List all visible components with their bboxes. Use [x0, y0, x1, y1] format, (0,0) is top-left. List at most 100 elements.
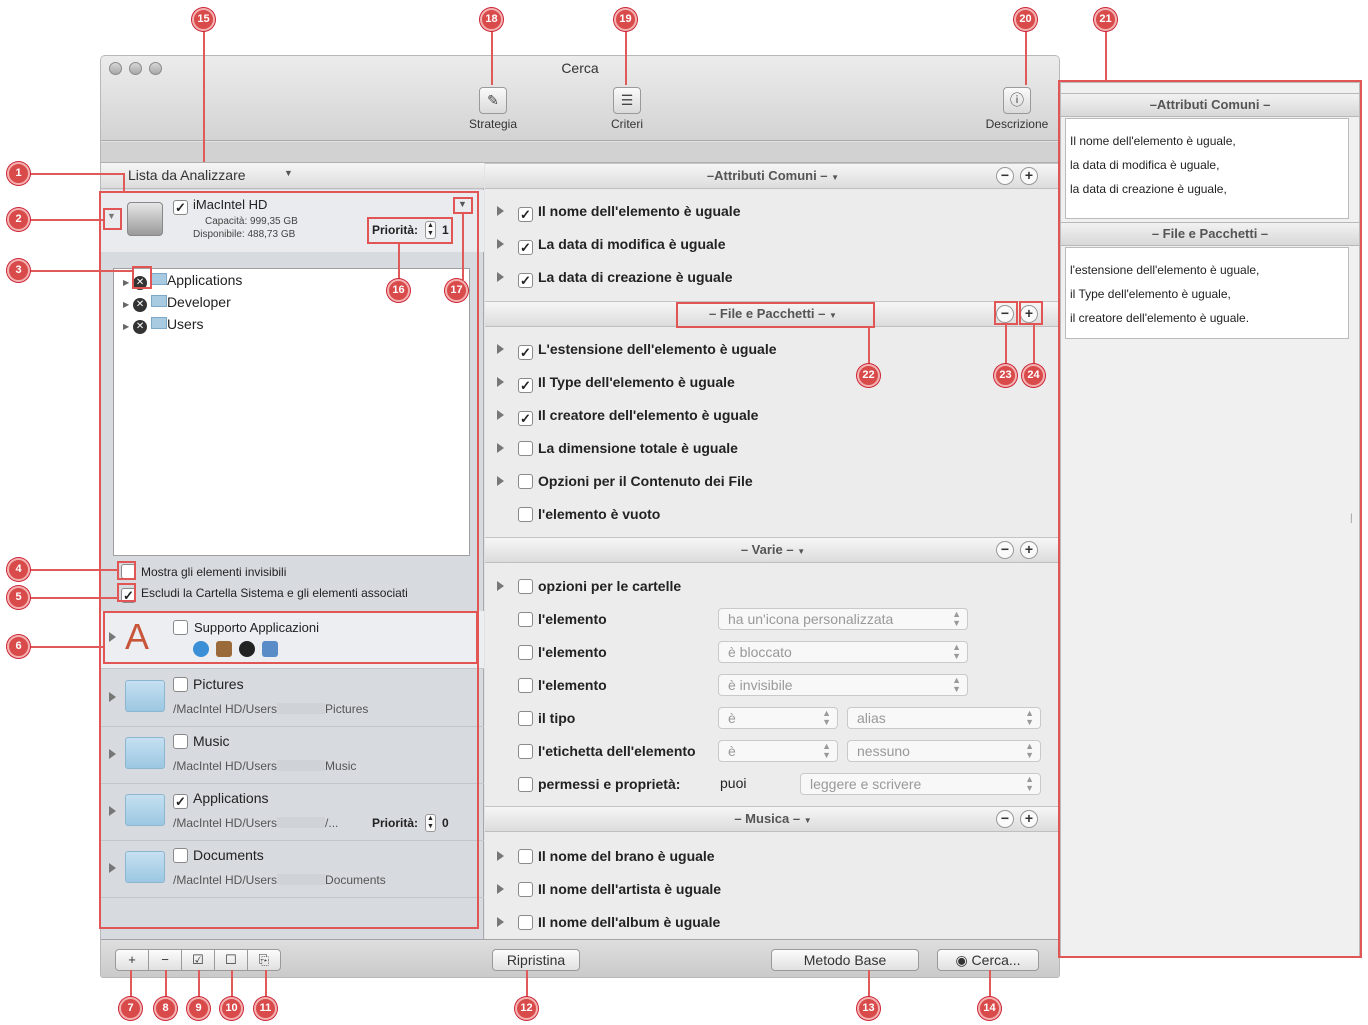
add-item-button[interactable]: +	[115, 949, 149, 971]
criterion-row[interactable]: Il nome dell'artista è uguale	[497, 879, 721, 901]
disclosure-triangle-icon[interactable]	[497, 206, 504, 216]
checkbox[interactable]	[518, 441, 533, 456]
criterion-label: l'elemento è vuoto	[538, 506, 661, 522]
permissions-select[interactable]: leggere e scrivere ▲ ▼	[800, 773, 1041, 795]
criteri-button[interactable]: ☰ Criteri	[587, 87, 667, 131]
disclosure-triangle-icon[interactable]	[497, 476, 504, 486]
criterion-row[interactable]: ✓ La data di creazione è uguale	[497, 267, 733, 289]
disclosure-triangle-icon[interactable]	[497, 410, 504, 420]
criterion-row[interactable]: Il nome dell'album è uguale	[497, 912, 720, 934]
checkbox[interactable]	[518, 777, 533, 792]
callout-line	[30, 270, 132, 272]
criterion-label: Il nome del brano è uguale	[538, 848, 715, 864]
custom-icon-select[interactable]: ha un'icona personalizzata ▲ ▼	[718, 608, 968, 630]
checkbox[interactable]: ✓	[518, 345, 533, 360]
checkbox[interactable]	[518, 645, 533, 660]
checkbox[interactable]	[518, 849, 533, 864]
tag-value-select[interactable]: nessuno ▲ ▼	[847, 740, 1041, 762]
remove-section-button[interactable]: −	[996, 810, 1014, 828]
criterion-row[interactable]: l'elemento è vuoto	[518, 504, 660, 526]
strategia-button[interactable]: ✎ Strategia	[453, 87, 533, 131]
disclosure-triangle-icon[interactable]	[497, 344, 504, 354]
criterion-row[interactable]: ✓ Il Type dell'elemento è uguale	[497, 372, 735, 394]
callout-badge: 16	[387, 279, 410, 302]
disclosure-triangle-icon[interactable]	[497, 443, 504, 453]
criterion-row[interactable]: l'etichetta dell'elemento	[518, 741, 696, 763]
chevron-down-icon: ▼	[284, 168, 293, 178]
criterion-row[interactable]: il tipo	[518, 708, 575, 730]
callout-line	[1033, 325, 1035, 365]
criterion-label: La data di creazione è uguale	[538, 269, 733, 285]
tag-operator-select[interactable]: è ▲ ▼	[718, 740, 838, 762]
disclosure-triangle-icon[interactable]	[497, 581, 504, 591]
checkbox[interactable]	[518, 507, 533, 522]
callout-badge: 10	[220, 997, 243, 1020]
select-value: nessuno	[857, 743, 910, 759]
section-header-music[interactable]: – Musica – ▼ − +	[485, 806, 1059, 832]
criterion-row[interactable]: ✓ Il creatore dell'elemento è uguale	[497, 405, 758, 427]
locked-select[interactable]: è bloccato ▲ ▼	[718, 641, 968, 663]
add-section-button[interactable]: +	[1020, 167, 1038, 185]
checkbox[interactable]	[518, 678, 533, 693]
section-menu-highlight	[676, 302, 875, 328]
disclosure-triangle-icon[interactable]	[497, 917, 504, 927]
scan-list-header[interactable]: Lista da Analizzare ▼	[101, 163, 484, 189]
checkbox[interactable]	[518, 915, 533, 930]
checkbox[interactable]: ✓	[518, 273, 533, 288]
remove-section-button[interactable]: −	[996, 541, 1014, 559]
checkbox[interactable]: ✓	[518, 207, 533, 222]
criterion-row[interactable]: ✓ Il nome dell'elemento è uguale	[497, 201, 741, 223]
disclosure-triangle-icon[interactable]	[497, 884, 504, 894]
criterion-row[interactable]: l'elemento	[518, 675, 607, 697]
criteri-label: Criteri	[611, 117, 643, 131]
criterion-row[interactable]: Opzioni per il Contenuto dei File	[497, 471, 753, 493]
checkbox[interactable]: ✓	[518, 378, 533, 393]
callout-badge: 15	[192, 8, 215, 31]
callout-line	[30, 173, 124, 175]
checkbox[interactable]: ✓	[518, 240, 533, 255]
remove-item-button[interactable]: −	[148, 949, 182, 971]
criterion-row[interactable]: permessi e proprietà:	[518, 774, 680, 796]
criterion-row[interactable]: ✓ La data di modifica è uguale	[497, 234, 725, 256]
callout-badge: 23	[994, 364, 1017, 387]
criterion-row[interactable]: opzioni per le cartelle	[497, 576, 681, 598]
type-value-select[interactable]: alias ▲ ▼	[847, 707, 1041, 729]
add-section-button[interactable]: +	[1020, 810, 1038, 828]
callout-line	[462, 214, 464, 280]
criterion-row[interactable]: l'elemento	[518, 609, 607, 631]
criterion-row[interactable]: La dimensione totale è uguale	[497, 438, 738, 460]
criterion-row[interactable]: l'elemento	[518, 642, 607, 664]
checkbox[interactable]	[518, 612, 533, 627]
remove-section-button[interactable]: −	[996, 167, 1014, 185]
search-icon: ◉	[955, 952, 972, 968]
criterion-label: permessi e proprietà:	[538, 776, 681, 792]
checkbox[interactable]	[518, 882, 533, 897]
checkbox[interactable]	[518, 711, 533, 726]
checkbox[interactable]	[518, 579, 533, 594]
disclosure-triangle-icon[interactable]	[497, 272, 504, 282]
callout-line	[868, 970, 870, 998]
checkbox[interactable]	[518, 744, 533, 759]
callout-badge: 9	[187, 997, 210, 1020]
criterion-row[interactable]: Il nome del brano è uguale	[497, 846, 715, 868]
section-header-common[interactable]: –Attributi Comuni – ▼ − +	[485, 163, 1059, 189]
search-button[interactable]: ◉ Cerca...	[937, 949, 1039, 971]
disclosure-triangle-icon[interactable]	[497, 377, 504, 387]
checkbox[interactable]: ✓	[518, 411, 533, 426]
add-folder-button[interactable]: ⎘	[247, 949, 281, 971]
section-header-misc[interactable]: – Varie – ▼ − +	[485, 537, 1059, 563]
invisible-option-highlight	[117, 561, 136, 580]
callout-badge: 24	[1022, 364, 1045, 387]
reset-button[interactable]: Ripristina	[492, 949, 580, 971]
type-operator-select[interactable]: è ▲ ▼	[718, 707, 838, 729]
invisible-select[interactable]: è invisibile ▲ ▼	[718, 674, 968, 696]
disclosure-triangle-icon[interactable]	[497, 851, 504, 861]
criterion-row[interactable]: ✓ L'estensione dell'elemento è uguale	[497, 339, 777, 361]
descrizione-button[interactable]: ⓘ Descrizione	[977, 87, 1057, 131]
disclosure-triangle-icon[interactable]	[497, 239, 504, 249]
check-all-button[interactable]: ☑	[181, 949, 215, 971]
add-section-button[interactable]: +	[1020, 541, 1038, 559]
uncheck-all-button[interactable]: ☐	[214, 949, 248, 971]
base-method-button[interactable]: Metodo Base	[771, 949, 919, 971]
checkbox[interactable]	[518, 474, 533, 489]
